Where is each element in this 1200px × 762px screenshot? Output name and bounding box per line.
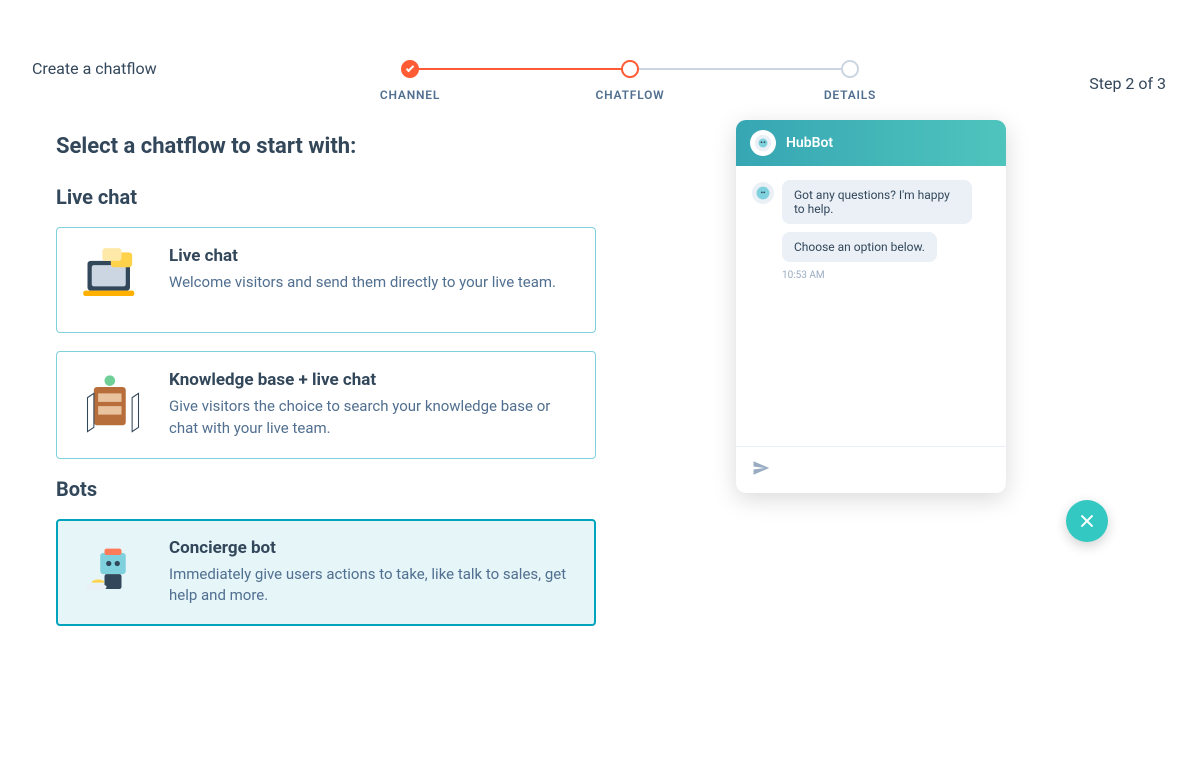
step-details[interactable]: DETAILS [740,60,960,102]
step-label: DETAILS [824,88,876,102]
check-icon [406,64,414,72]
card-live-chat[interactable]: Live chat Welcome visitors and send them… [56,227,596,333]
card-desc: Give visitors the choice to search your … [169,396,573,440]
bot-avatar-small-icon [752,182,774,204]
step-connector [630,68,850,70]
chat-input-area[interactable] [736,446,1006,493]
step-channel[interactable]: CHANNEL [300,60,520,102]
page-header-title: Create a chatflow [32,59,157,78]
chat-timestamp: 10:53 AM [782,270,990,281]
card-kb-live-chat[interactable]: Knowledge base + live chat Give visitors… [56,351,596,459]
card-desc: Welcome visitors and send them directly … [169,272,556,294]
close-chat-button[interactable] [1066,500,1108,542]
page-title: Select a chatflow to start with: [56,134,596,159]
send-icon [752,459,770,477]
step-pending-circle [841,60,859,78]
chat-header: HubBot [736,120,1006,166]
file-cabinet-icon [79,370,147,438]
chat-message: Got any questions? I'm happy to help. [782,180,972,224]
step-current-circle [621,60,639,78]
step-chatflow[interactable]: CHATFLOW [520,60,740,102]
step-label: CHATFLOW [595,88,664,102]
laptop-chat-icon [79,246,147,314]
card-concierge-bot[interactable]: Concierge bot Immediately give users act… [56,519,596,627]
step-connector [410,68,630,70]
step-counter: Step 2 of 3 [1089,74,1166,93]
bot-avatar-icon [750,130,776,156]
step-label: CHANNEL [380,88,440,102]
chat-preview: HubBot Got any questions? I'm happy to h… [736,120,1006,493]
section-heading-live-chat: Live chat [56,185,596,209]
card-title: Concierge bot [169,538,573,558]
robot-bellhop-icon [79,538,147,606]
chat-body: Got any questions? I'm happy to help. Ch… [736,166,1006,446]
step-done-circle [401,60,419,78]
chat-bot-name: HubBot [786,135,833,151]
card-title: Knowledge base + live chat [169,370,573,390]
section-heading-bots: Bots [56,477,596,501]
chat-message: Choose an option below. [782,232,937,262]
card-desc: Immediately give users actions to take, … [169,564,573,608]
card-title: Live chat [169,246,556,266]
wizard-stepper: CHANNEL CHATFLOW DETAILS [300,60,960,102]
close-icon [1080,514,1094,528]
